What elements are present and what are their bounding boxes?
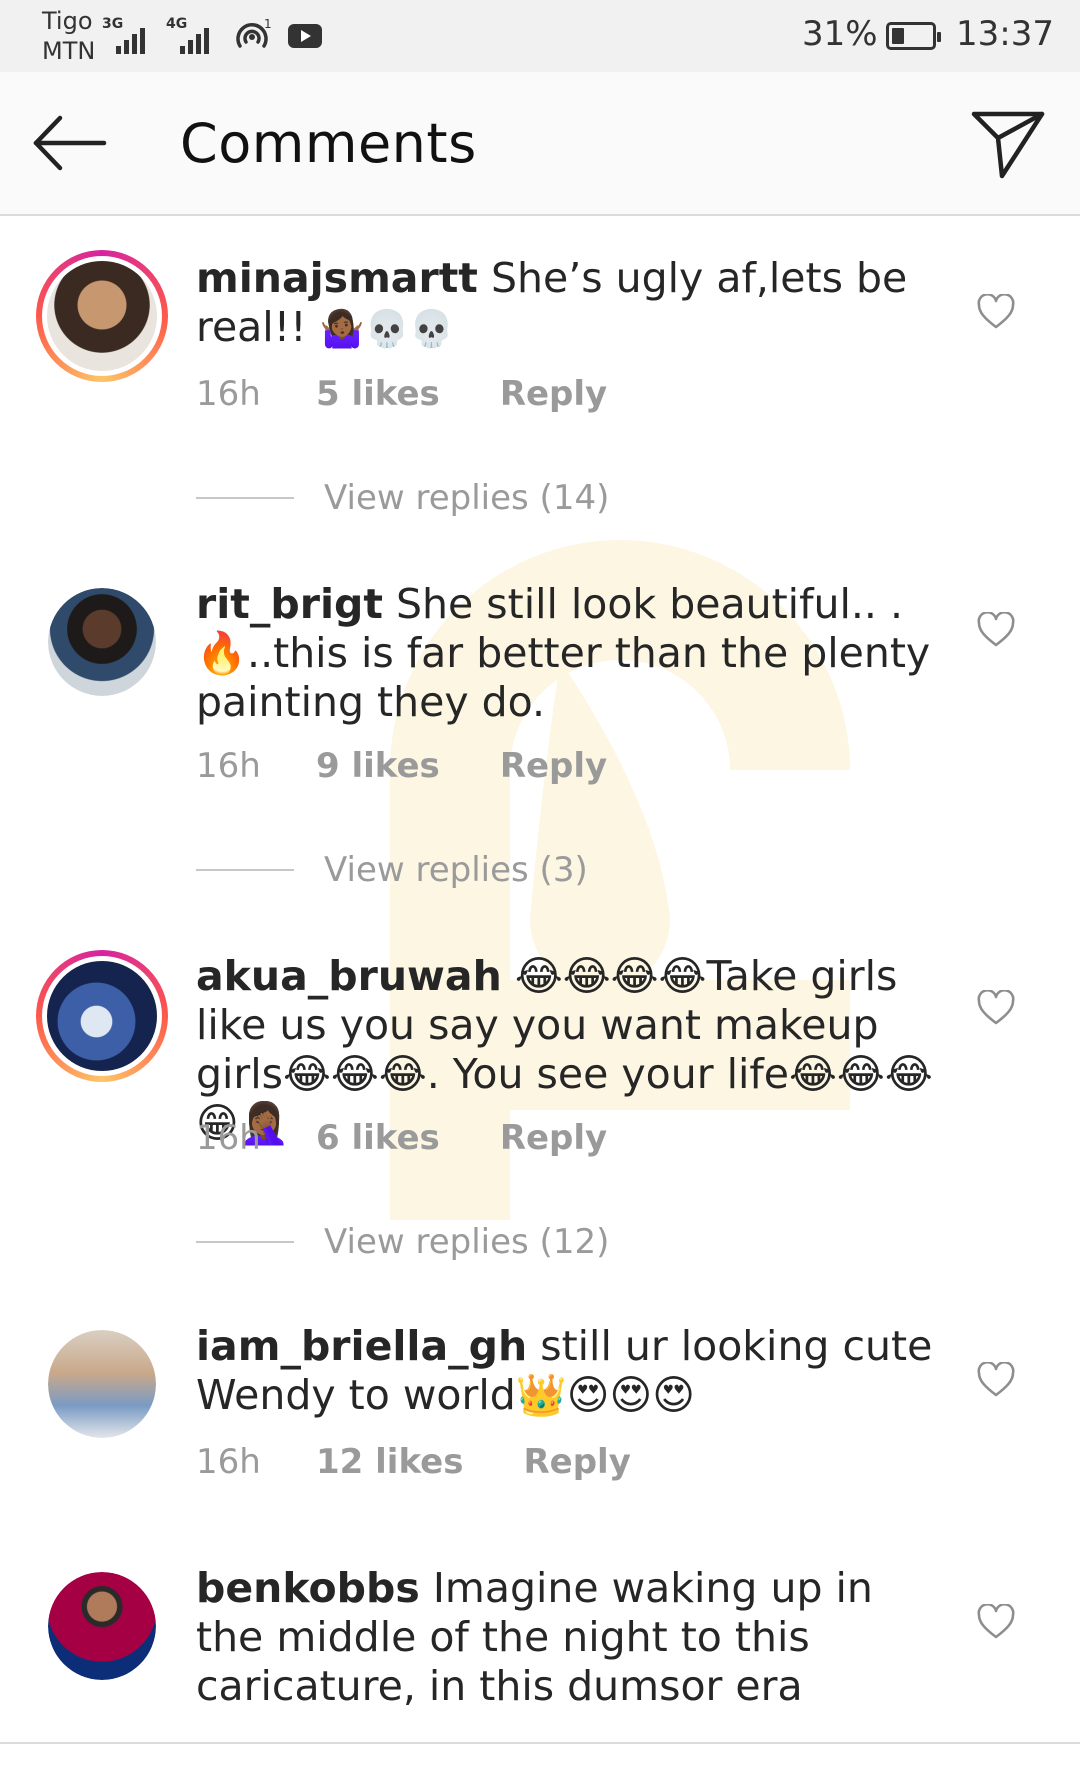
clock: 13:37 [956, 14, 1054, 54]
comment-text: minajsmartt She’s ugly af,lets be real!!… [196, 254, 936, 354]
comment-text: benkobbs Imagine waking up in the middle… [196, 1564, 936, 1711]
battery-percent: 31% [802, 14, 878, 54]
likes-count[interactable]: 6 likes [316, 1118, 440, 1158]
avatar[interactable] [48, 1572, 156, 1680]
comment-time: 16h [196, 1442, 261, 1482]
view-replies-label: View replies (14) [324, 478, 610, 518]
replies-divider [196, 497, 294, 499]
avatar[interactable] [36, 950, 168, 1082]
header-bar: Comments [0, 72, 1080, 216]
avatar[interactable] [36, 250, 168, 382]
reply-button[interactable]: Reply [500, 1118, 607, 1158]
view-replies-label: View replies (12) [324, 1222, 610, 1262]
avatar[interactable] [48, 1330, 156, 1438]
heart-icon[interactable] [976, 612, 1016, 648]
username[interactable]: akua_bruwah [196, 952, 502, 1000]
comment-emoji: 🤷🏾‍♀️💀💀 [319, 309, 455, 350]
network-type-2: 4G [166, 16, 188, 32]
comment-meta: 16h 6 likes Reply [196, 1118, 607, 1158]
replies-divider [196, 869, 294, 871]
battery-icon [886, 22, 941, 50]
carrier-1: Tigo [42, 7, 93, 35]
network-type-1: 3G [102, 16, 124, 32]
comment-time: 16h [196, 1118, 261, 1158]
comment-body: She still look beautiful.. . [396, 580, 904, 628]
signal-4g-icon: 4G [166, 14, 209, 54]
comment-time: 16h [196, 746, 261, 786]
reply-button[interactable]: Reply [523, 1442, 630, 1482]
reply-button[interactable]: Reply [500, 746, 607, 786]
username[interactable]: rit_brigt [196, 580, 383, 628]
page-title: Comments [180, 112, 477, 175]
comment-time: 16h [196, 374, 261, 414]
avatar[interactable] [48, 588, 156, 696]
bottom-divider [0, 1742, 1080, 1744]
view-replies-label: View replies (3) [324, 850, 588, 890]
heart-icon[interactable] [976, 1362, 1016, 1398]
view-replies-button[interactable]: View replies (12) [196, 1222, 609, 1262]
status-bar: Tigo MTN 3G 4G 1 31% 13:37 [0, 0, 1080, 72]
youtube-icon [288, 24, 322, 48]
reply-button[interactable]: Reply [500, 374, 607, 414]
comment-text: iam_briella_gh still ur looking cute Wen… [196, 1322, 936, 1420]
comment-meta: 16h 12 likes Reply [196, 1442, 631, 1482]
view-replies-button[interactable]: View replies (14) [196, 478, 609, 518]
likes-count[interactable]: 12 likes [316, 1442, 463, 1482]
likes-count[interactable]: 5 likes [316, 374, 440, 414]
view-replies-button[interactable]: View replies (3) [196, 850, 588, 890]
username[interactable]: iam_briella_gh [196, 1322, 527, 1370]
comment-body-continued: 🔥..this is far better than the plenty pa… [196, 629, 931, 726]
arrow-left-icon[interactable] [30, 108, 110, 178]
heart-icon[interactable] [976, 990, 1016, 1026]
hotspot-icon: 1 [236, 17, 272, 48]
hotspot-count: 1 [264, 17, 272, 31]
comment-meta: 16h 5 likes Reply [196, 374, 607, 414]
carrier-2: MTN [42, 37, 96, 65]
carrier-names: Tigo MTN [42, 6, 95, 66]
signal-3g-icon: 3G [102, 14, 145, 54]
heart-icon[interactable] [976, 1604, 1016, 1640]
battery-fill [892, 28, 904, 44]
likes-count[interactable]: 9 likes [316, 746, 440, 786]
heart-icon[interactable] [976, 294, 1016, 330]
comment-meta: 16h 9 likes Reply [196, 746, 607, 786]
paper-plane-icon[interactable] [968, 102, 1048, 182]
comment-text: rit_brigt She still look beautiful.. . 🔥… [196, 580, 936, 727]
replies-divider [196, 1241, 294, 1243]
username[interactable]: minajsmartt [196, 254, 478, 302]
username[interactable]: benkobbs [196, 1564, 420, 1612]
